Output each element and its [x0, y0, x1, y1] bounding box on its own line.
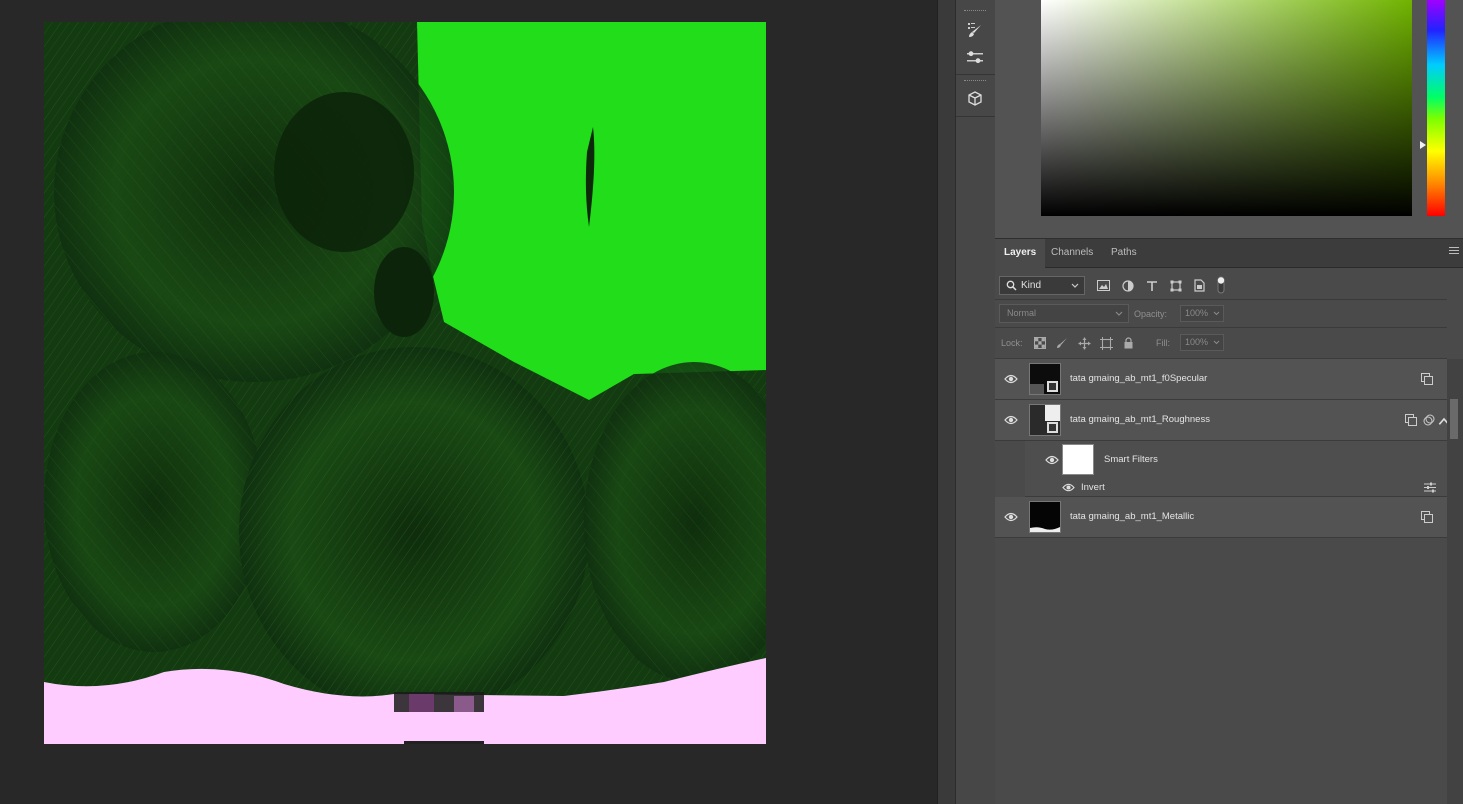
- smart-filters-label: Smart Filters: [1104, 454, 1158, 465]
- hue-slider-marker[interactable]: [1420, 141, 1426, 149]
- lock-artboard-icon[interactable]: [1099, 336, 1113, 350]
- panel-menu-icon[interactable]: [1449, 247, 1459, 257]
- opacity-field[interactable]: 100%: [1180, 305, 1224, 322]
- layers-scrollbar-thumb[interactable]: [1450, 399, 1458, 439]
- layer-row-metallic[interactable]: tata gmaing_ab_mt1_Metallic: [995, 497, 1447, 538]
- shape-filter-icon[interactable]: [1168, 278, 1183, 293]
- smart-filter-mask-thumbnail[interactable]: [1062, 444, 1094, 475]
- blend-mode-label: Normal: [1007, 308, 1037, 318]
- filter-kind-select[interactable]: Kind: [999, 276, 1085, 295]
- right-panel-column: Layers Channels Paths Kind Normal Opacit…: [995, 0, 1463, 804]
- tab-paths[interactable]: Paths: [1102, 239, 1146, 267]
- chevron-down-icon: [1071, 283, 1079, 288]
- search-icon: [1006, 280, 1017, 291]
- smart-filter-badge-icon: [1423, 414, 1435, 426]
- document-image[interactable]: [44, 22, 766, 744]
- tab-channels[interactable]: Channels: [1042, 239, 1102, 267]
- type-filter-icon[interactable]: [1144, 278, 1159, 293]
- layer-row-roughness[interactable]: tata gmaing_ab_mt1_Roughness: [995, 400, 1450, 441]
- fill-label: Fill:: [1156, 338, 1170, 348]
- filter-kind-label: Kind: [1021, 280, 1042, 291]
- visibility-eye-icon[interactable]: [1004, 373, 1018, 385]
- lock-transparent-pixels-icon[interactable]: [1033, 336, 1047, 350]
- fill-field[interactable]: 100%: [1180, 334, 1224, 351]
- smart-object-badge-icon: [1421, 511, 1433, 523]
- blend-mode-row: Normal Opacity: 100%: [995, 300, 1447, 328]
- layer-name: tata gmaing_ab_mt1_f0Specular: [1070, 373, 1208, 384]
- hue-slider[interactable]: [1427, 0, 1445, 216]
- layer-name: tata gmaing_ab_mt1_Roughness: [1070, 414, 1210, 425]
- chevron-down-icon: [1213, 311, 1220, 316]
- color-picker-panel: [995, 0, 1463, 239]
- visibility-eye-icon[interactable]: [1062, 482, 1075, 493]
- smart-filters-row[interactable]: Smart Filters: [1025, 441, 1447, 479]
- layers-tab-bar: Layers Channels Paths: [995, 239, 1463, 268]
- layer-name: tata gmaing_ab_mt1_Metallic: [1070, 511, 1195, 522]
- layer-thumbnail[interactable]: [1029, 363, 1061, 395]
- layer-filter-row: Kind: [995, 268, 1447, 300]
- lock-position-icon[interactable]: [1077, 336, 1091, 350]
- filter-blending-options-icon[interactable]: [1424, 482, 1436, 493]
- panel-icon-dock: [955, 0, 996, 804]
- lock-all-icon[interactable]: [1121, 336, 1135, 350]
- visibility-eye-icon[interactable]: [1004, 511, 1018, 523]
- blend-mode-select[interactable]: Normal: [999, 304, 1129, 323]
- adjustment-filter-icon[interactable]: [1120, 278, 1135, 293]
- opacity-value: 100%: [1185, 308, 1209, 318]
- document-canvas-area[interactable]: [0, 0, 937, 804]
- layer-row-f0specular[interactable]: tata gmaing_ab_mt1_f0Specular: [995, 359, 1447, 400]
- opacity-label: Opacity:: [1134, 309, 1168, 319]
- adjustments-icon[interactable]: [962, 45, 988, 71]
- layer-thumbnail[interactable]: [1029, 404, 1061, 436]
- smart-object-badge-icon: [1405, 414, 1417, 426]
- lock-row: Lock: Fill: 100%: [995, 328, 1447, 359]
- dock-grip[interactable]: [964, 10, 986, 13]
- smart-object-badge-icon: [1421, 373, 1433, 385]
- pixel-filter-icon[interactable]: [1096, 278, 1111, 293]
- filter-name: Invert: [1081, 482, 1105, 493]
- layer-thumbnail[interactable]: [1029, 501, 1061, 533]
- layers-panel: Layers Channels Paths Kind Normal Opacit…: [995, 239, 1463, 804]
- visibility-eye-icon[interactable]: [1004, 414, 1018, 426]
- filter-toggle-switch[interactable]: [1217, 276, 1225, 294]
- lock-image-pixels-icon[interactable]: [1055, 336, 1069, 350]
- panel-collapse-strip: [937, 0, 956, 804]
- color-saturation-field[interactable]: [1041, 0, 1412, 216]
- filter-row-invert[interactable]: Invert: [1025, 479, 1447, 497]
- dock-grip[interactable]: [964, 80, 986, 83]
- chevron-down-icon: [1115, 311, 1123, 316]
- brush-presets-icon[interactable]: [962, 17, 988, 43]
- chevron-down-icon: [1213, 340, 1220, 345]
- tab-layers[interactable]: Layers: [995, 239, 1046, 268]
- smart-object-filter-icon[interactable]: [1192, 278, 1207, 293]
- visibility-eye-icon[interactable]: [1045, 454, 1059, 466]
- lock-label: Lock:: [1001, 338, 1023, 348]
- 3d-cube-icon[interactable]: [962, 86, 988, 112]
- fill-value: 100%: [1185, 337, 1209, 347]
